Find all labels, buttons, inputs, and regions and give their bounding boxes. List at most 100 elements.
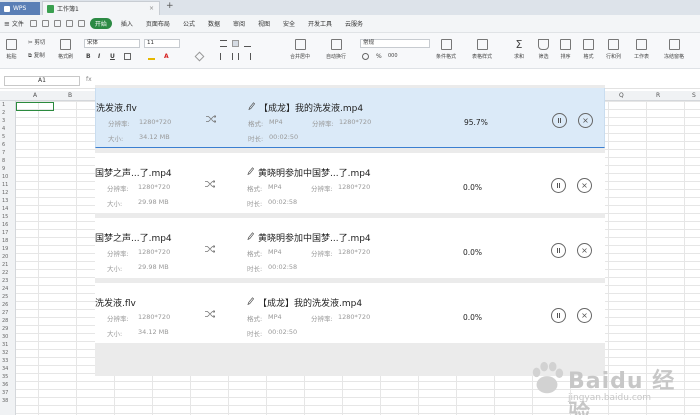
tab-data[interactable]: 数据 — [208, 19, 220, 28]
row-number[interactable]: 38 — [2, 398, 8, 404]
close-tab-icon[interactable]: × — [149, 5, 154, 12]
row-col-button[interactable]: 行和列 — [606, 39, 621, 60]
row-number[interactable]: 2 — [2, 110, 5, 116]
font-color-icon[interactable]: A — [164, 53, 171, 60]
row-number[interactable]: 9 — [2, 166, 5, 172]
pause-button[interactable] — [551, 178, 566, 193]
merge-center-button[interactable]: 合并居中 — [290, 39, 310, 60]
row-number[interactable]: 21 — [2, 262, 8, 268]
tab-view[interactable]: 视图 — [258, 19, 270, 28]
font-select[interactable]: 宋体 — [84, 39, 140, 48]
row-number[interactable]: 36 — [2, 382, 8, 388]
conversion-task[interactable]: 国梦之声...了.mp4 分辨率: 1280*720 大小: 29.98 MB 黄晓明参加… — [95, 153, 605, 213]
row-number[interactable]: 31 — [2, 342, 8, 348]
tab-formulas[interactable]: 公式 — [183, 19, 195, 28]
align-center-icon[interactable] — [232, 53, 239, 60]
row-number[interactable]: 4 — [2, 126, 5, 132]
column-s[interactable]: S — [692, 92, 696, 99]
tab-developer[interactable]: 开发工具 — [308, 19, 332, 28]
tab-security[interactable]: 安全 — [283, 19, 295, 28]
column-r[interactable]: R — [656, 92, 660, 99]
underline-button[interactable]: U — [110, 53, 117, 60]
row-number[interactable]: 11 — [2, 182, 8, 188]
tab-page-layout[interactable]: 页面布局 — [146, 19, 170, 28]
remove-button[interactable]: × — [578, 113, 593, 128]
row-number[interactable]: 26 — [2, 302, 8, 308]
row-number[interactable]: 27 — [2, 310, 8, 316]
output-file-name[interactable]: 【成龙】我的洗发液.mp4 — [259, 101, 363, 114]
wrap-text-button[interactable]: 自动换行 — [326, 39, 346, 60]
sum-button[interactable]: Σ 求和 — [514, 39, 524, 61]
new-tab-button[interactable]: + — [166, 1, 174, 15]
row-number[interactable]: 18 — [2, 238, 8, 244]
row-number[interactable]: 22 — [2, 270, 8, 276]
name-box[interactable]: A1 — [4, 76, 80, 86]
row-number[interactable]: 24 — [2, 286, 8, 292]
copy-button[interactable]: ⧉ 复制 — [28, 51, 45, 59]
fill-color-icon[interactable] — [148, 53, 155, 60]
currency-icon[interactable] — [362, 53, 369, 60]
conversion-task[interactable]: 洗发液.flv 分辨率: 1280*720 大小: 34.12 MB 【成龙】我的洗发液.… — [95, 88, 605, 148]
number-format-select[interactable]: 常规 — [360, 39, 430, 48]
row-number[interactable]: 16 — [2, 222, 8, 228]
document-tab[interactable]: 工作簿1 × — [42, 1, 160, 15]
row-number[interactable]: 33 — [2, 358, 8, 364]
redo-icon[interactable] — [77, 20, 85, 27]
sort-button[interactable]: 排序 — [560, 39, 571, 60]
row-number[interactable]: 1 — [2, 102, 5, 108]
output-file-name[interactable]: 黄晓明参加中国梦...了.mp4 — [258, 231, 371, 244]
row-number[interactable]: 14 — [2, 206, 8, 212]
row-number[interactable]: 7 — [2, 150, 5, 156]
rename-pencil-icon[interactable] — [247, 167, 254, 175]
align-top-icon[interactable] — [220, 40, 227, 47]
column-a[interactable]: A — [33, 92, 37, 99]
cut-button[interactable]: ✂ 剪切 — [28, 38, 45, 46]
print-icon[interactable] — [41, 20, 49, 27]
row-number[interactable]: 3 — [2, 118, 5, 124]
row-number[interactable]: 13 — [2, 198, 8, 204]
row-number[interactable]: 6 — [2, 142, 5, 148]
row-number[interactable]: 8 — [2, 158, 5, 164]
table-style-button[interactable]: 表格样式 — [472, 39, 492, 60]
percent-button[interactable]: % — [376, 53, 383, 60]
row-number[interactable]: 10 — [2, 174, 8, 180]
wps-app-tab[interactable]: WPS — [0, 2, 40, 15]
eraser-icon[interactable] — [194, 51, 205, 62]
border-icon[interactable] — [124, 53, 131, 60]
preview-icon[interactable] — [53, 20, 61, 27]
fx-button[interactable]: fx — [86, 76, 92, 83]
worksheet-button[interactable]: 工作表 — [634, 39, 649, 60]
font-size-select[interactable]: 11 — [144, 39, 180, 48]
filter-button[interactable]: 筛选 — [538, 39, 549, 60]
row-number[interactable]: 25 — [2, 294, 8, 300]
conversion-task[interactable]: 洗发液.flv 分辨率: 1280*720 大小: 34.12 MB 【成龙】我的洗发液.… — [95, 283, 605, 343]
column-b[interactable]: B — [68, 92, 72, 99]
italic-button[interactable]: I — [98, 53, 105, 60]
remove-button[interactable]: × — [577, 243, 592, 258]
undo-icon[interactable] — [65, 20, 73, 27]
bold-button[interactable]: B — [86, 53, 93, 60]
freeze-panes-button[interactable]: 冻结窗格 — [664, 39, 684, 60]
output-file-name[interactable]: 【成龙】我的洗发液.mp4 — [258, 296, 362, 309]
tab-start[interactable]: 开始 — [89, 18, 112, 29]
align-middle-icon[interactable] — [232, 40, 239, 47]
row-number[interactable]: 23 — [2, 278, 8, 284]
selected-cell[interactable] — [16, 102, 54, 111]
thousands-button[interactable]: 000 — [388, 53, 398, 60]
row-number[interactable]: 20 — [2, 254, 8, 260]
align-right-icon[interactable] — [244, 53, 251, 60]
tab-cloud[interactable]: 云服务 — [345, 19, 363, 28]
row-number[interactable]: 28 — [2, 318, 8, 324]
pause-button[interactable] — [551, 308, 566, 323]
row-number[interactable]: 32 — [2, 350, 8, 356]
rename-pencil-icon[interactable] — [248, 102, 255, 110]
row-number[interactable]: 34 — [2, 366, 8, 372]
remove-button[interactable]: × — [577, 178, 592, 193]
row-number[interactable]: 35 — [2, 374, 8, 380]
pause-button[interactable] — [551, 243, 566, 258]
row-number[interactable]: 29 — [2, 326, 8, 332]
file-menu[interactable]: ≡ 文件 — [4, 19, 24, 29]
row-number[interactable]: 37 — [2, 390, 8, 396]
format-button[interactable]: 格式 — [583, 39, 594, 60]
align-bottom-icon[interactable] — [244, 40, 251, 47]
